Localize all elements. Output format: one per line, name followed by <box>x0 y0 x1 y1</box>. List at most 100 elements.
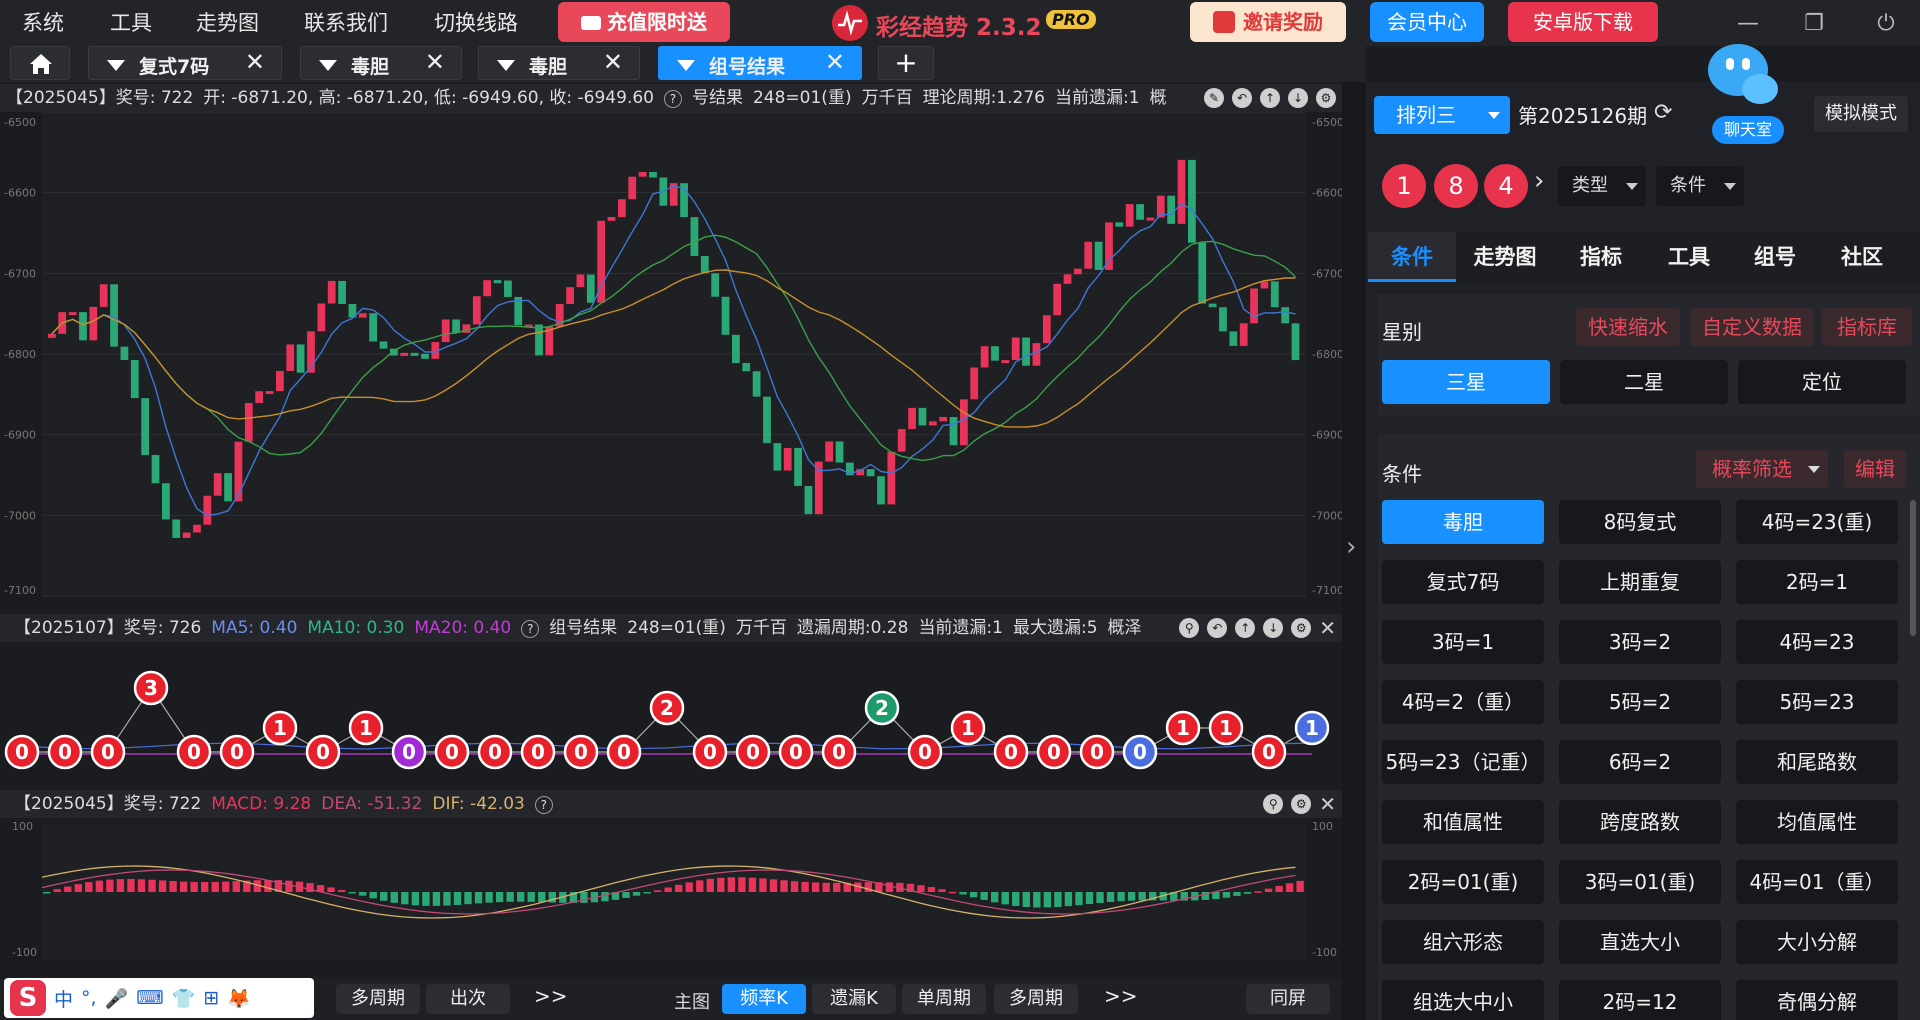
pin-icon[interactable]: ⚲ <box>1179 618 1200 638</box>
menu-contact[interactable]: 联系我们 <box>304 0 388 46</box>
freq-k-button[interactable]: 频率K <box>722 984 806 1014</box>
condition-button[interactable]: 4码=01（重） <box>1736 860 1898 904</box>
type-dropdown[interactable]: 类型 <box>1558 166 1646 206</box>
help-icon[interactable]: ? <box>534 796 553 814</box>
close-icon[interactable]: ✕ <box>1319 614 1336 642</box>
back-icon[interactable]: ↶ <box>1207 618 1228 638</box>
probability-filter-dropdown[interactable]: 概率筛选 <box>1696 450 1828 488</box>
rtab-group[interactable]: 组号 <box>1730 232 1820 282</box>
settings-icon[interactable]: ⚙ <box>1316 88 1336 108</box>
condition-button[interactable]: 2码=01(重) <box>1382 860 1544 904</box>
condition-button[interactable]: 4码=2（重） <box>1382 680 1544 724</box>
condition-button[interactable]: 跨度路数 <box>1559 800 1721 844</box>
star-position[interactable]: 定位 <box>1738 360 1906 404</box>
condition-button[interactable]: 2码=1 <box>1736 560 1898 604</box>
menu-trend[interactable]: 走势图 <box>196 0 259 46</box>
settings-icon[interactable]: ⚙ <box>1291 618 1312 638</box>
more-right-icon[interactable]: >> <box>1104 984 1138 1008</box>
omission-k-button[interactable]: 遗漏K <box>812 984 896 1014</box>
condition-button[interactable]: 均值属性 <box>1736 800 1898 844</box>
same-screen-button[interactable]: 同屏 <box>1246 984 1330 1014</box>
keyboard-icon[interactable]: ⌨ <box>136 987 163 1009</box>
help-icon[interactable]: ? <box>521 620 540 638</box>
collapse-arrow-icon[interactable]: › <box>1346 532 1356 562</box>
menu-system[interactable]: 系统 <box>22 0 64 46</box>
condition-button[interactable]: 毒胆 <box>1382 500 1544 544</box>
minimize-icon[interactable]: — <box>1728 8 1768 40</box>
chatroom-button[interactable]: 聊天室 <box>1712 116 1784 144</box>
multi-period-button[interactable]: 多周期 <box>994 984 1078 1014</box>
android-download-button[interactable]: 安卓版下载 <box>1508 2 1658 42</box>
chat-bot-icon[interactable] <box>1708 44 1778 104</box>
pen-icon[interactable]: ✎ <box>1204 88 1224 108</box>
custom-data-button[interactable]: 自定义数据 <box>1690 308 1814 346</box>
menu-switch-line[interactable]: 切换线路 <box>434 0 518 46</box>
condition-button[interactable]: 和值属性 <box>1382 800 1544 844</box>
rtab-tools[interactable]: 工具 <box>1644 232 1734 282</box>
condition-button[interactable]: 和尾路数 <box>1736 740 1898 784</box>
condition-button[interactable]: 上期重复 <box>1559 560 1721 604</box>
rtab-conditions[interactable]: 条件 <box>1368 232 1456 282</box>
lottery-select[interactable]: 排列三 <box>1374 96 1510 134</box>
restore-icon[interactable]: ❐ <box>1794 8 1834 40</box>
condition-button[interactable]: 3码=1 <box>1382 620 1544 664</box>
sim-mode-button[interactable]: 模拟模式 <box>1814 96 1908 132</box>
candlestick-chart[interactable]: -6500 -6500 -6600 -6600 -6700 -6700 -6800 -6800… <box>0 112 1342 608</box>
condition-button[interactable]: 5码=23 <box>1736 680 1898 724</box>
tab-dudan-2[interactable]: 毒胆 ✕ <box>478 46 640 80</box>
settings-icon[interactable]: ⚙ <box>1291 794 1312 814</box>
microphone-icon[interactable]: 🎤 <box>105 987 129 1010</box>
star-two[interactable]: 二星 <box>1560 360 1728 404</box>
tab-zuhao-result[interactable]: 组号结果 ✕ <box>658 46 862 80</box>
condition-button[interactable]: 8码复式 <box>1559 500 1721 544</box>
up-icon[interactable]: ↑ <box>1260 88 1280 108</box>
skin-icon[interactable]: 👕 <box>172 987 196 1010</box>
home-tab[interactable] <box>10 46 70 80</box>
condition-button[interactable]: 4码=23(重) <box>1736 500 1898 544</box>
tab-dudan-1[interactable]: 毒胆 ✕ <box>300 46 462 80</box>
condition-button[interactable]: 复式7码 <box>1382 560 1544 604</box>
panel-divider[interactable]: › <box>1342 82 1366 1020</box>
condition-button[interactable]: 5码=2 <box>1559 680 1721 724</box>
promo-button[interactable]: 充值限时送 <box>558 2 730 42</box>
condition-button[interactable]: 3码=01(重) <box>1559 860 1721 904</box>
rtab-community[interactable]: 社区 <box>1818 232 1906 282</box>
apps-icon[interactable]: ⊞ <box>203 987 219 1009</box>
condition-button[interactable]: 奇偶分解 <box>1736 980 1898 1020</box>
omission-ball-chart[interactable]: 0 0 0 3 0 0 1 0 1 0 0 0 0 0 0 2 0 0 0 0 2 0 1 0 0 0 0 1 1 0 1 <box>0 644 1342 774</box>
condition-button[interactable]: 组选大中小 <box>1382 980 1544 1020</box>
close-icon[interactable]: ✕ <box>1319 790 1336 818</box>
condition-dropdown[interactable]: 条件 <box>1656 166 1744 206</box>
condition-button[interactable]: 2码=12 <box>1559 980 1721 1020</box>
up-icon[interactable]: ↑ <box>1235 618 1256 638</box>
rtab-trend[interactable]: 走势图 <box>1462 232 1548 282</box>
condition-button[interactable]: 6码=2 <box>1559 740 1721 784</box>
close-icon[interactable]: ✕ <box>245 48 265 76</box>
scrollbar-thumb[interactable] <box>1910 500 1916 636</box>
down-icon[interactable]: ↓ <box>1263 618 1284 638</box>
add-tab-icon[interactable]: + <box>878 46 934 80</box>
tab-fushi7[interactable]: 复式7码 ✕ <box>88 46 282 80</box>
more-left-icon[interactable]: >> <box>534 984 568 1008</box>
close-icon[interactable]: ✕ <box>603 48 623 76</box>
condition-button[interactable]: 直选大小 <box>1559 920 1721 964</box>
condition-button[interactable]: 4码=23 <box>1736 620 1898 664</box>
edit-button[interactable]: 编辑 <box>1844 450 1906 488</box>
ime-chinese[interactable]: 中 <box>54 985 73 1012</box>
close-icon[interactable]: ✕ <box>425 48 445 76</box>
ime-punct[interactable]: °, <box>81 987 97 1009</box>
condition-button[interactable]: 3码=2 <box>1559 620 1721 664</box>
close-icon[interactable]: ✕ <box>825 48 845 76</box>
single-period-button[interactable]: 单周期 <box>902 984 986 1014</box>
rtab-indicator[interactable]: 指标 <box>1556 232 1646 282</box>
ime-toolbar[interactable]: S 中 °, 🎤 ⌨ 👕 ⊞ 🦊 <box>4 978 314 1018</box>
indicator-lib-button[interactable]: 指标库 <box>1822 308 1912 346</box>
invite-button[interactable]: 邀请奖励 <box>1190 2 1346 42</box>
macd-chart[interactable]: 100 100 -100 -100 <box>0 818 1342 974</box>
condition-button[interactable]: 组六形态 <box>1382 920 1544 964</box>
power-icon[interactable]: ⏻ <box>1866 8 1906 40</box>
condition-button[interactable]: 5码=23（记重） <box>1382 740 1544 784</box>
condition-button[interactable]: 大小分解 <box>1736 920 1898 964</box>
quick-shrink-button[interactable]: 快速缩水 <box>1576 308 1680 346</box>
menu-tools[interactable]: 工具 <box>110 0 152 46</box>
